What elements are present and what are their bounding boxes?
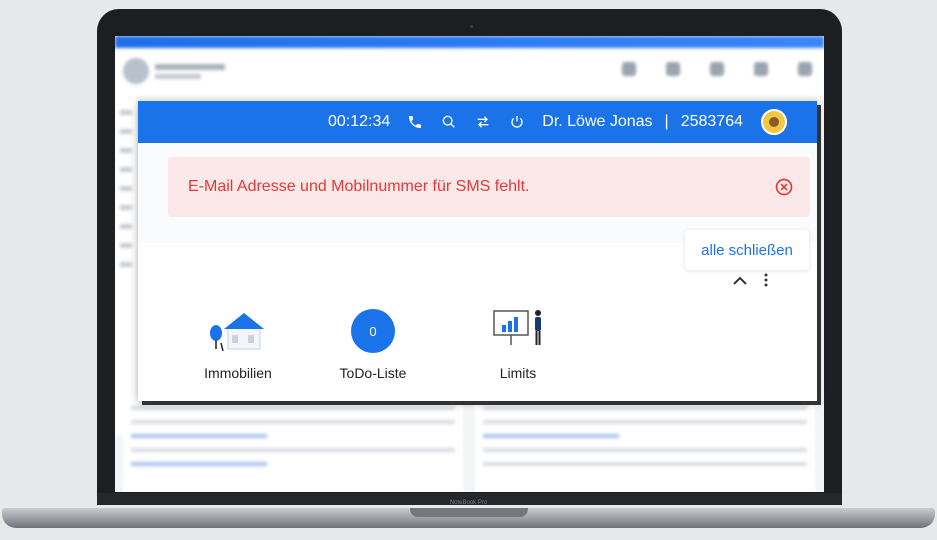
bg-logo bbox=[123, 58, 149, 84]
laptop-notch bbox=[410, 508, 528, 517]
bg-top-bar bbox=[115, 36, 824, 48]
todo-count-badge: 0 bbox=[351, 309, 395, 353]
panel-tools bbox=[732, 273, 768, 292]
close-circle-icon[interactable] bbox=[774, 177, 794, 197]
chevron-up-icon[interactable] bbox=[732, 274, 748, 292]
close-all-button[interactable]: alle schließen bbox=[685, 230, 809, 270]
user-id: 2583764 bbox=[680, 113, 743, 130]
tile-limits[interactable]: Limits bbox=[463, 303, 573, 381]
bg-sidebar bbox=[115, 96, 137, 436]
app-window: 00:12:34 Dr. Löwe Jonas | 2583764 E-Mail… bbox=[138, 101, 817, 401]
user-name: Dr. Löwe Jonas bbox=[542, 113, 653, 130]
bg-header-icons bbox=[622, 62, 812, 76]
alert-zone: E-Mail Adresse und Mobilnummer für SMS f… bbox=[138, 143, 817, 243]
tile-label: Immobilien bbox=[204, 365, 272, 381]
tile-label: Limits bbox=[499, 365, 537, 381]
widget-panel: Immobilien 0 ToDo-Liste Limits bbox=[138, 261, 788, 401]
laptop-brand: NoteBook Pro bbox=[449, 500, 488, 506]
house-icon bbox=[183, 303, 293, 353]
bg-logo-text bbox=[155, 64, 225, 70]
power-icon[interactable] bbox=[508, 113, 526, 131]
tile-immobilien[interactable]: Immobilien bbox=[183, 303, 293, 381]
alert-banner: E-Mail Adresse und Mobilnummer für SMS f… bbox=[168, 157, 810, 217]
phone-icon[interactable] bbox=[406, 113, 424, 131]
separator: | bbox=[664, 113, 669, 130]
top-bar: 00:12:34 Dr. Löwe Jonas | 2583764 bbox=[138, 101, 817, 143]
transfer-icon[interactable] bbox=[474, 113, 492, 131]
tile-todo-liste[interactable]: 0 ToDo-Liste bbox=[318, 303, 428, 381]
search-icon[interactable] bbox=[440, 113, 458, 131]
bg-table-right bbox=[475, 396, 815, 492]
call-timer: 00:12:34 bbox=[327, 113, 391, 130]
bg-header bbox=[115, 48, 824, 96]
bg-logo-subtext bbox=[155, 74, 201, 79]
laptop-camera bbox=[470, 25, 473, 28]
bg-table-left bbox=[123, 396, 463, 492]
chart-presentation-icon bbox=[463, 303, 573, 353]
more-vertical-icon[interactable] bbox=[764, 273, 768, 292]
alert-message: E-Mail Adresse und Mobilnummer für SMS f… bbox=[188, 178, 530, 195]
tile-label: ToDo-Liste bbox=[339, 365, 407, 381]
avatar[interactable] bbox=[761, 109, 787, 135]
